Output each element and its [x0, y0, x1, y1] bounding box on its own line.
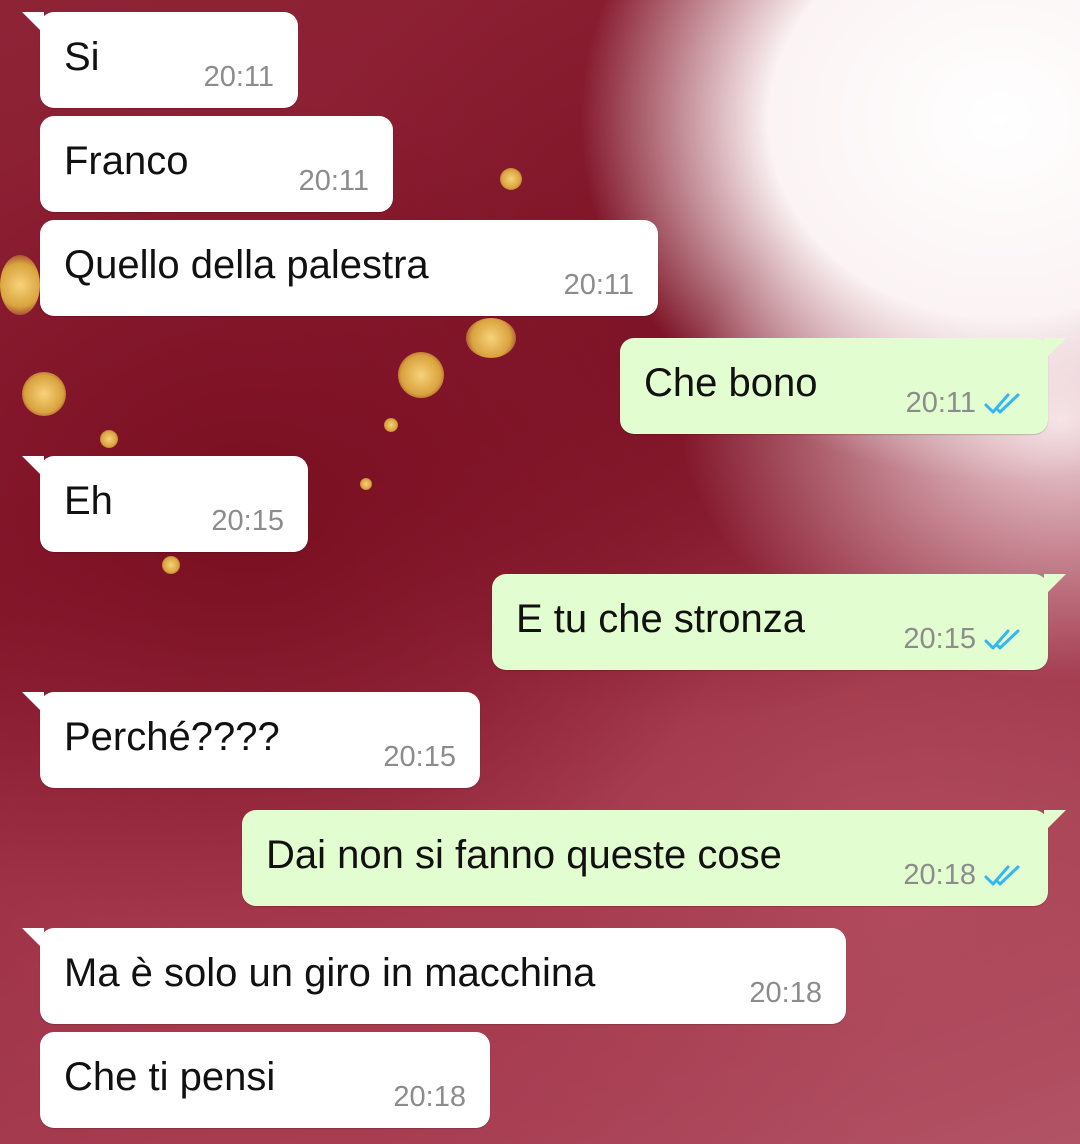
message-time: 20:18 — [393, 1081, 466, 1113]
message-meta: 20:11 — [564, 269, 634, 302]
message-bubble-outgoing[interactable]: Dai non si fanno queste cose 20:18 — [242, 810, 1066, 906]
read-ticks-icon — [984, 393, 1020, 413]
message-time: 20:15 — [903, 623, 976, 655]
message-bubble-incoming[interactable]: Franco 20:11 — [40, 116, 393, 212]
message-bubble-incoming[interactable]: Quello della palestra 20:11 — [40, 220, 658, 316]
read-ticks-icon — [984, 865, 1020, 885]
read-ticks-icon — [984, 629, 1020, 649]
bubble-tail — [1044, 810, 1066, 832]
message-meta: 20:15 — [383, 741, 456, 774]
message-time: 20:11 — [298, 165, 369, 197]
message-bubble-outgoing[interactable]: E tu che stronza 20:15 — [492, 574, 1066, 670]
chat-background: Si 20:11 Franco 20:11 Quello della pales… — [0, 0, 1080, 1144]
message-text: Dai non si fanno queste cose — [266, 833, 782, 877]
wallpaper-speck — [22, 372, 66, 416]
wallpaper-speck — [384, 418, 398, 432]
bubble-tail — [22, 12, 44, 34]
message-meta: 20:11 — [906, 387, 1024, 420]
wallpaper-speck — [500, 168, 522, 190]
message-meta: 20:11 — [299, 165, 369, 198]
bubble-tail — [1044, 574, 1066, 596]
message-text: E tu che stronza — [516, 597, 806, 641]
message-meta: 20:18 — [749, 977, 822, 1010]
message-text: Eh — [64, 479, 113, 523]
bubble-tail — [1044, 338, 1066, 360]
wallpaper-speck — [398, 352, 444, 398]
message-text: Ma è solo un giro in macchina — [64, 951, 596, 995]
message-text: Perché???? — [64, 715, 280, 759]
wallpaper-speck — [360, 478, 372, 490]
message-time: 20:11 — [563, 269, 634, 301]
message-time: 20:15 — [211, 505, 284, 537]
message-bubble-incoming[interactable]: Si 20:11 — [22, 12, 298, 108]
message-bubble-incoming[interactable]: Ma è solo un giro in macchina 20:18 — [22, 928, 846, 1024]
wallpaper-speck — [466, 318, 516, 358]
wallpaper-speck — [162, 556, 180, 574]
message-meta: 20:11 — [204, 61, 274, 94]
message-time: 20:15 — [383, 741, 456, 773]
message-time: 20:18 — [903, 859, 976, 891]
message-meta: 20:15 — [211, 505, 284, 538]
message-time: 20:11 — [203, 61, 274, 93]
wallpaper-speck — [100, 430, 118, 448]
message-bubble-incoming[interactable]: Che ti pensi 20:18 — [40, 1032, 490, 1128]
message-text: Franco — [64, 139, 189, 183]
bubble-tail — [22, 928, 44, 950]
message-time: 20:11 — [905, 387, 976, 419]
message-bubble-incoming[interactable]: Eh 20:15 — [22, 456, 308, 552]
bubble-tail — [22, 456, 44, 478]
wallpaper-speck — [0, 255, 40, 315]
message-meta: 20:18 — [393, 1081, 466, 1114]
message-text: Che bono — [644, 361, 818, 405]
message-meta: 20:18 — [903, 859, 1024, 892]
message-text: Si — [64, 35, 100, 79]
message-meta: 20:15 — [903, 623, 1024, 656]
message-time: 20:18 — [749, 977, 822, 1009]
bubble-tail — [22, 692, 44, 714]
message-text: Quello della palestra — [64, 243, 429, 287]
message-text: Che ti pensi — [64, 1055, 276, 1099]
message-bubble-incoming[interactable]: Perché???? 20:15 — [22, 692, 480, 788]
message-bubble-outgoing[interactable]: Che bono 20:11 — [620, 338, 1066, 434]
